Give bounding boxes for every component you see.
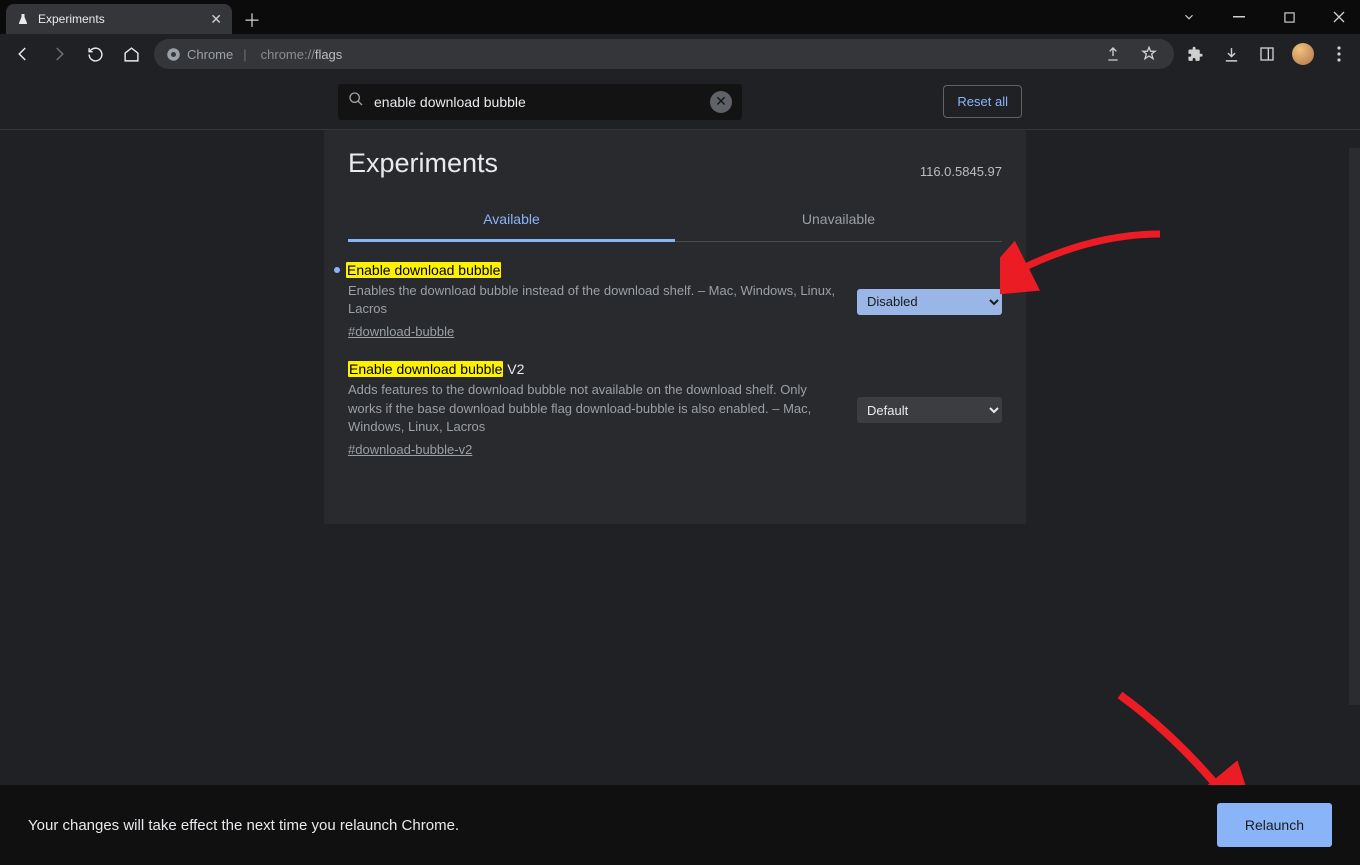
back-button[interactable] (10, 41, 36, 67)
flag-name-rest: V2 (503, 361, 524, 377)
highlighted-text: Enable download bubble (346, 262, 501, 278)
url-text: chrome://flags (261, 47, 343, 62)
reload-button[interactable] (82, 41, 108, 67)
relaunch-bar: Your changes will take effect the next t… (0, 785, 1360, 865)
flag-name: Enable download bubble V2 (348, 361, 837, 377)
clear-search-icon[interactable]: ✕ (710, 91, 732, 113)
site-label: Chrome (187, 47, 233, 62)
reset-all-button[interactable]: Reset all (943, 85, 1022, 118)
page-content: ✕ Reset all Experiments 116.0.5845.97 Av… (0, 74, 1360, 785)
flag-state-select[interactable]: Disabled (857, 289, 1002, 315)
bookmark-icon[interactable] (1136, 41, 1162, 67)
flags-header: ✕ Reset all (0, 74, 1360, 130)
toolbar: Chrome | chrome://flags (0, 34, 1360, 74)
kebab-menu-icon[interactable] (1328, 43, 1350, 65)
flag-item: Enable download bubble V2 Adds features … (348, 361, 1002, 459)
minimize-icon[interactable] (1224, 2, 1254, 32)
close-window-icon[interactable] (1324, 2, 1354, 32)
search-icon (348, 91, 364, 112)
share-icon[interactable] (1100, 41, 1126, 67)
separator: | (243, 47, 246, 62)
url-scheme: chrome:// (261, 47, 315, 62)
experiments-card: Experiments 116.0.5845.97 Available Unav… (324, 130, 1026, 524)
flask-icon (16, 12, 30, 26)
flag-search[interactable]: ✕ (338, 84, 742, 120)
profile-avatar[interactable] (1292, 43, 1314, 65)
tab-available[interactable]: Available (348, 199, 675, 242)
site-chip: Chrome | (166, 47, 251, 62)
address-bar[interactable]: Chrome | chrome://flags (154, 39, 1174, 69)
new-tab-button[interactable]: ＋ (238, 6, 266, 34)
scrollbar[interactable] (1349, 148, 1360, 705)
url-path: flags (315, 47, 342, 62)
maximize-icon[interactable] (1274, 2, 1304, 32)
window-controls (1174, 0, 1354, 34)
highlighted-text: Enable download bubble (348, 361, 503, 377)
forward-button[interactable] (46, 41, 72, 67)
relaunch-button[interactable]: Relaunch (1217, 803, 1332, 847)
close-tab-icon[interactable]: ✕ (210, 11, 222, 28)
extensions-icon[interactable] (1184, 43, 1206, 65)
flag-description: Enables the download bubble instead of t… (348, 282, 837, 318)
browser-tab-active[interactable]: Experiments ✕ (6, 4, 232, 34)
chrome-version: 116.0.5845.97 (920, 164, 1002, 179)
tab-bar: Experiments ✕ ＋ (0, 0, 1360, 34)
tab-title: Experiments (38, 12, 202, 26)
home-button[interactable] (118, 41, 144, 67)
toolbar-actions (1184, 43, 1350, 65)
flag-anchor-link[interactable]: #download-bubble-v2 (348, 442, 472, 457)
flag-name: Enable download bubble (348, 262, 837, 278)
relaunch-message: Your changes will take effect the next t… (28, 817, 1217, 834)
flag-anchor-link[interactable]: #download-bubble (348, 324, 454, 339)
flag-description: Adds features to the download bubble not… (348, 381, 837, 436)
search-input[interactable] (374, 94, 700, 110)
page-title: Experiments (348, 148, 498, 179)
chevron-down-icon[interactable] (1174, 2, 1204, 32)
downloads-icon[interactable] (1220, 43, 1242, 65)
chrome-icon (166, 47, 181, 62)
sidepanel-icon[interactable] (1256, 43, 1278, 65)
flag-item: Enable download bubble Enables the downl… (348, 262, 1002, 341)
tab-unavailable[interactable]: Unavailable (675, 199, 1002, 241)
flag-tabs: Available Unavailable (348, 199, 1002, 242)
flag-state-select[interactable]: Default (857, 397, 1002, 423)
